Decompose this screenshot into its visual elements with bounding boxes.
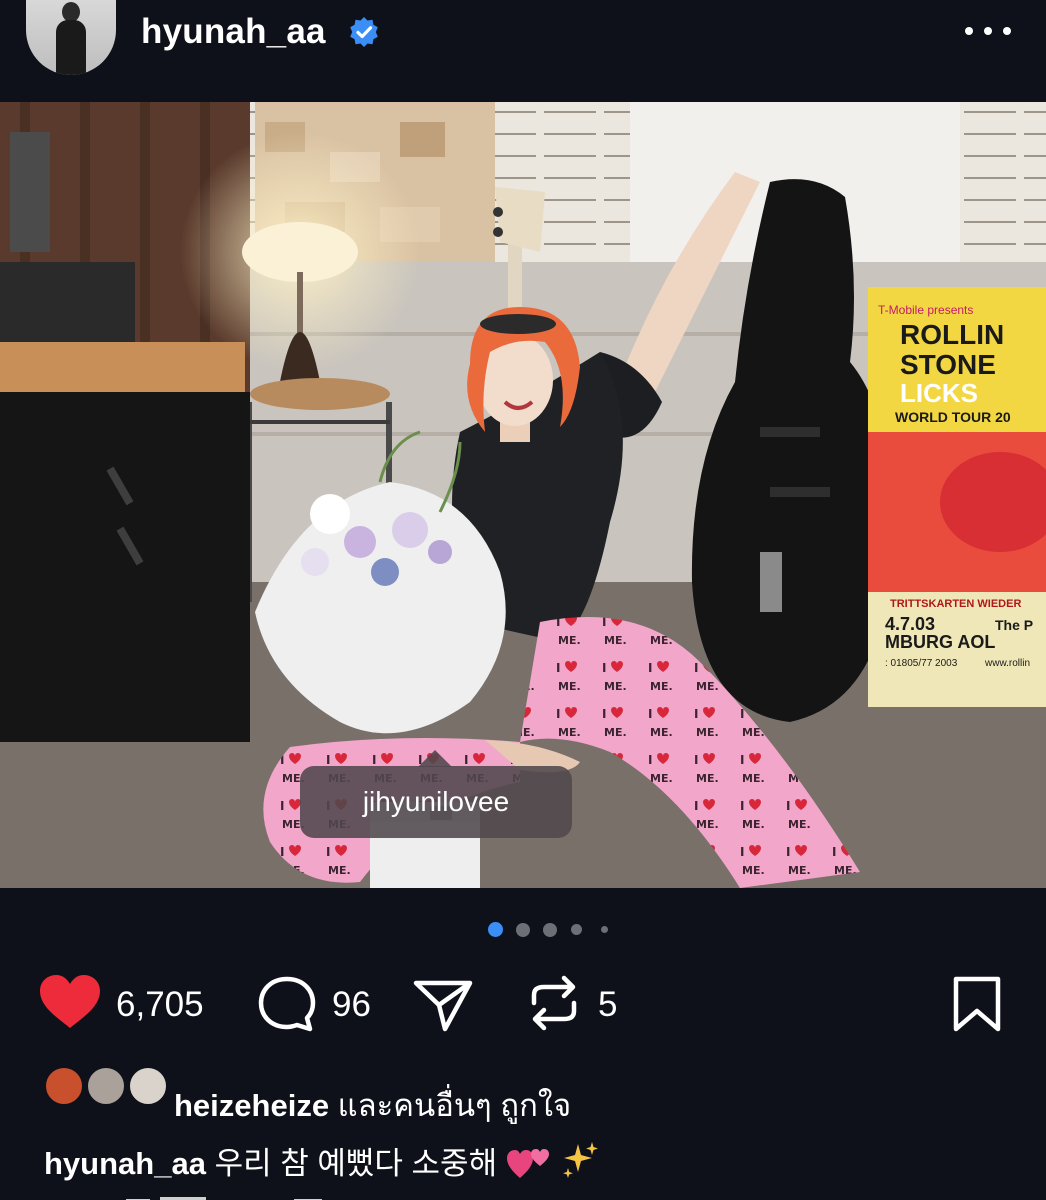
poster-line-6: 4.7.03: [885, 614, 935, 634]
carousel-dot: [516, 923, 530, 937]
post-username[interactable]: hyunah_aa: [141, 12, 326, 52]
carousel-dot: [543, 923, 557, 937]
sparkles-icon: [563, 1142, 599, 1178]
carousel-dot: [571, 924, 582, 935]
caption-text: 우리 참 예뻤다 소중해: [205, 1146, 498, 1181]
truncated-text-line: [44, 1192, 324, 1200]
more-horizontal-icon[interactable]: [965, 24, 1011, 38]
two-hearts-icon: [506, 1149, 549, 1178]
poster-line-7: The P: [995, 617, 1033, 633]
liked-by-avatars[interactable]: [44, 1066, 168, 1108]
poster-line-1: ROLLIN: [900, 319, 1004, 350]
action-bar: 6,705 96 5: [0, 965, 1046, 1040]
post-header: hyunah_aa: [0, 0, 1046, 102]
carousel-indicator: [0, 920, 1046, 940]
poster-line-9: : 01805/77 2003: [885, 658, 958, 669]
liked-by-text[interactable]: heizeheize และคนอื่นๆ ถูกใจ: [174, 1080, 571, 1130]
poster-line-0: T-Mobile presents: [878, 303, 973, 317]
share-send-icon[interactable]: [412, 977, 474, 1033]
avatar[interactable]: [26, 0, 116, 75]
avatar: [86, 1066, 126, 1106]
liked-by-name[interactable]: heizeheize: [174, 1088, 329, 1123]
repost-icon[interactable]: [526, 973, 582, 1033]
bookmark-icon[interactable]: [952, 975, 1002, 1033]
truncated-text-fragment: [126, 1197, 322, 1200]
avatar: [44, 1066, 84, 1106]
verified-badge-icon: [350, 17, 378, 47]
comment-icon[interactable]: [256, 975, 318, 1033]
carousel-dot: [601, 926, 608, 933]
poster-line-10: www.rollin: [984, 658, 1030, 669]
user-tag-bubble[interactable]: jihyunilovee: [300, 750, 572, 838]
poster-line-2: STONE: [900, 349, 996, 380]
comments-count[interactable]: 96: [332, 985, 371, 1025]
poster-line-4: WORLD TOUR 20: [895, 409, 1011, 425]
heart-icon[interactable]: [38, 973, 102, 1031]
reposts-count[interactable]: 5: [598, 985, 617, 1025]
post-photo[interactable]: I ME.: [0, 102, 1046, 888]
poster-line-5: TRITTSKARTEN WIEDER: [890, 598, 1021, 610]
poster-line-3: LICKS: [900, 378, 978, 408]
carousel-dot-active: [488, 922, 503, 937]
caption-username[interactable]: hyunah_aa: [44, 1146, 206, 1181]
avatar-figure-head: [62, 2, 80, 22]
post-caption: hyunah_aa 우리 참 예뻤다 소중해: [44, 1138, 600, 1183]
poster-line-8: MBURG AOL: [885, 632, 995, 652]
avatar-figure-body: [56, 20, 86, 75]
likes-count[interactable]: 6,705: [116, 985, 204, 1025]
avatar: [128, 1066, 168, 1106]
liked-by-suffix: และคนอื่นๆ ถูกใจ: [329, 1088, 572, 1123]
